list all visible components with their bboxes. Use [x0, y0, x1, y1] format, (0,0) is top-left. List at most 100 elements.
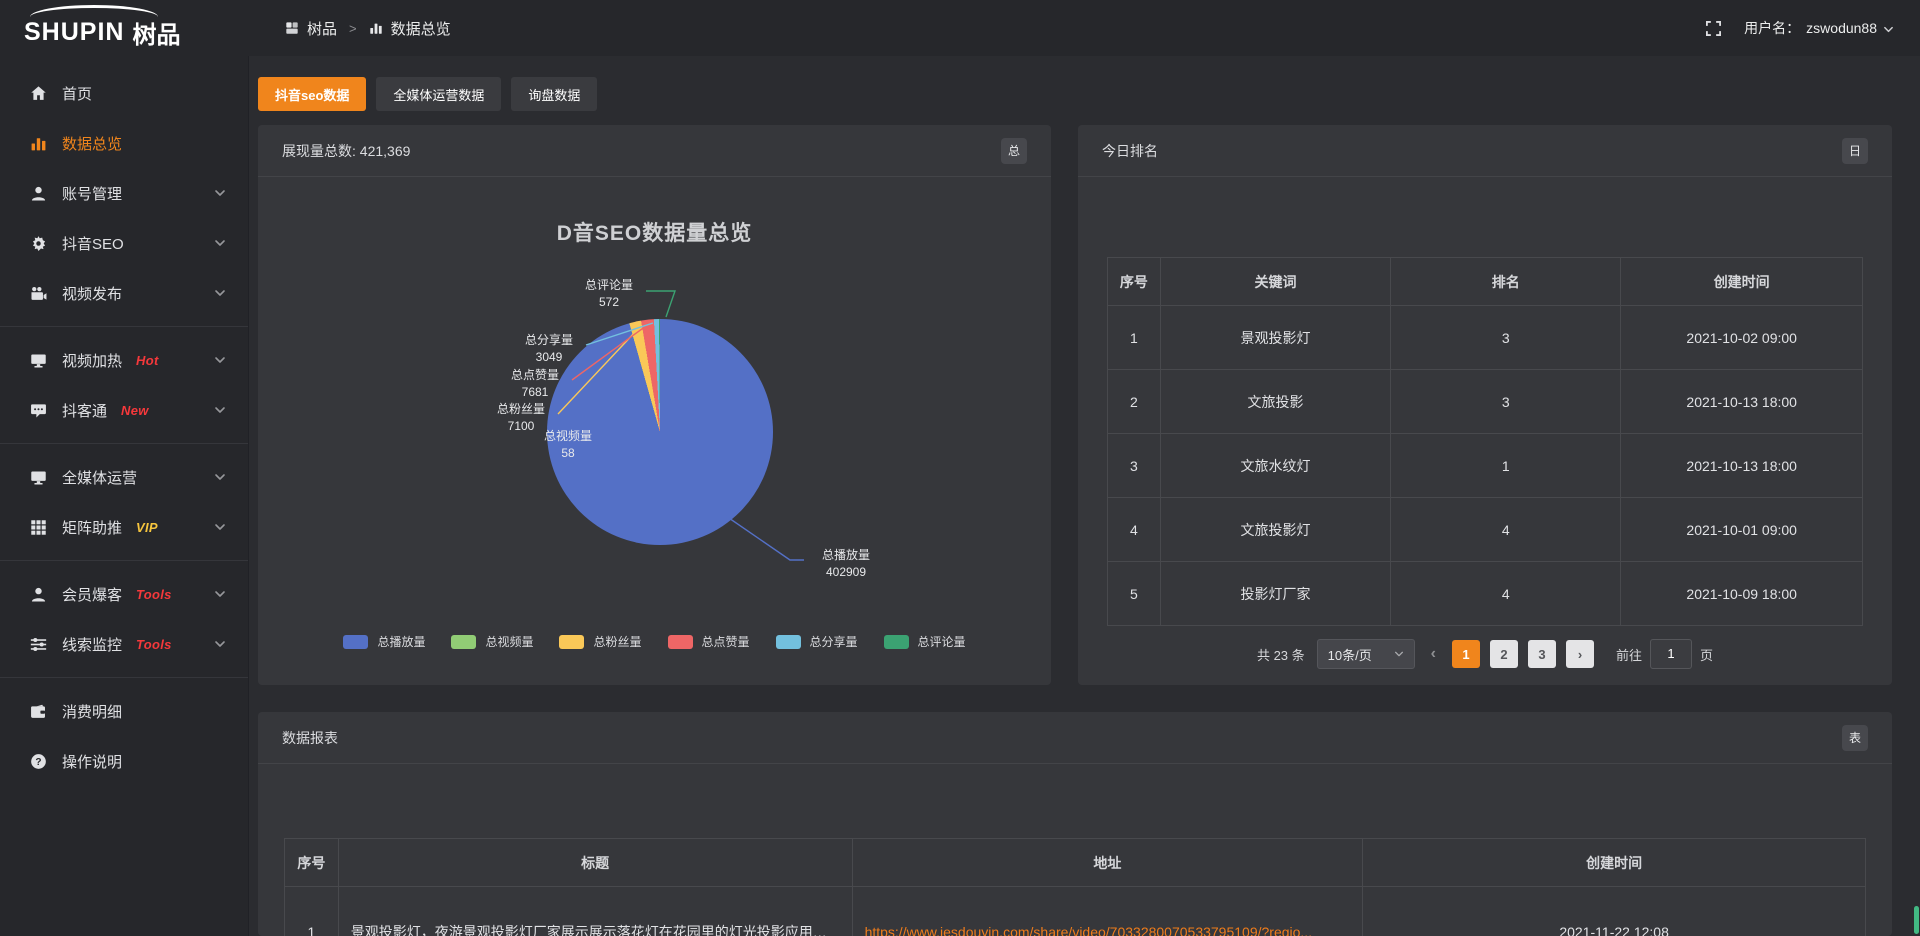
home-icon: [30, 85, 47, 102]
monitor-icon: [30, 352, 47, 369]
page-button-3[interactable]: 3: [1528, 640, 1556, 668]
table-cell: 2021-10-13 18:00: [1621, 434, 1863, 498]
sidebar-item-video-heating[interactable]: 视频加热Hot: [0, 335, 248, 385]
sidebar-item-matrix-boost[interactable]: 矩阵助推VIP: [0, 502, 248, 552]
data-tabs: 抖音seo数据全媒体运营数据询盘数据: [258, 77, 597, 111]
bar-chart-icon: [369, 21, 383, 35]
tab-0[interactable]: 抖音seo数据: [258, 77, 366, 111]
goto-page-input[interactable]: 1: [1650, 639, 1692, 669]
chevron-down-icon: [214, 638, 226, 650]
report-col-header: 序号: [285, 839, 339, 887]
topbar: SHUPIN 树品 树品 > 数据总览 用户名： zswodun88: [0, 0, 1920, 56]
chevron-down-icon: [214, 354, 226, 366]
sidebar-item-video-publish[interactable]: 视频发布: [0, 268, 248, 318]
legend-item[interactable]: 总点赞量: [668, 633, 750, 650]
table-row: 5投影灯厂家42021-10-09 18:00: [1108, 562, 1863, 626]
app-logo[interactable]: SHUPIN 树品: [0, 0, 249, 56]
page-button-2[interactable]: 2: [1490, 640, 1518, 668]
legend-label: 总点赞量: [702, 633, 750, 650]
goto-label: 前往: [1616, 645, 1642, 664]
breadcrumb: 树品 > 数据总览: [285, 18, 451, 39]
sidebar-item-douketong[interactable]: 抖客通New: [0, 385, 248, 435]
legend-label: 总分享量: [810, 633, 858, 650]
table-cell: 文旅投影: [1160, 370, 1390, 434]
sidebar-item-label: 抖音SEO: [62, 233, 124, 254]
report-panel: 数据报表 表 序号标题地址创建时间 1景观投影灯，夜游景观投影灯厂家展示展示落花…: [258, 712, 1892, 936]
logo-arc-decoration: [30, 5, 158, 17]
sidebar-item-label: 消费明细: [62, 701, 122, 722]
ranking-col-header: 序号: [1108, 258, 1161, 306]
user-icon: [30, 185, 47, 202]
report-col-header: 创建时间: [1363, 839, 1866, 887]
table-cell: 4: [1108, 498, 1161, 562]
ranking-panel: 今日排名 日 序号关键词排名创建时间 1景观投影灯32021-10-02 09:…: [1078, 125, 1892, 685]
report-video-link[interactable]: https://www.iesdouyin.com/share/video/70…: [865, 924, 1313, 936]
wallet-icon: [30, 703, 47, 720]
fullscreen-icon[interactable]: [1705, 20, 1722, 37]
legend-swatch: [343, 635, 368, 649]
table-cell: 文旅水纹灯: [1160, 434, 1390, 498]
table-cell: 投影灯厂家: [1160, 562, 1390, 626]
prev-page-button[interactable]: ‹: [1427, 645, 1440, 663]
goto-suffix: 页: [1700, 645, 1713, 664]
scrollbar-thumb[interactable]: [1914, 906, 1919, 934]
main-content: 抖音seo数据全媒体运营数据询盘数据 展现量总数: 421,369 总 D音SE…: [249, 56, 1920, 936]
sidebar-item-douyin-seo[interactable]: 抖音SEO: [0, 218, 248, 268]
page-button-1[interactable]: 1: [1452, 640, 1480, 668]
pagination: 共 23 条 10条/页 ‹ 123› 前往 1 页: [1078, 639, 1892, 669]
breadcrumb-current: 数据总览: [391, 18, 451, 39]
chevron-down-icon: [214, 404, 226, 416]
report-time-cell: 2021-11-22 12:08: [1363, 887, 1866, 936]
day-badge-button[interactable]: 日: [1842, 138, 1868, 164]
sidebar-item-consumption-detail[interactable]: 消费明细: [0, 686, 248, 736]
chat-icon: [30, 402, 47, 419]
sliders-icon: [30, 636, 47, 653]
table-badge-button[interactable]: 表: [1842, 725, 1868, 751]
tab-2[interactable]: 询盘数据: [511, 77, 597, 111]
sidebar-item-data-overview[interactable]: 数据总览: [0, 118, 248, 168]
overview-panel-header: 展现量总数: 421,369 总: [258, 125, 1051, 177]
next-page-button[interactable]: ›: [1566, 640, 1594, 668]
table-cell: 2021-10-13 18:00: [1621, 370, 1863, 434]
legend-item[interactable]: 总粉丝量: [559, 633, 641, 650]
sidebar-item-operation-guide[interactable]: ?操作说明: [0, 736, 248, 786]
pagination-total: 共 23 条: [1257, 645, 1305, 664]
sidebar-item-account-management[interactable]: 账号管理: [0, 168, 248, 218]
sidebar-item-label: 矩阵助推: [62, 517, 122, 538]
legend-label: 总播放量: [377, 633, 425, 650]
sidebar-item-label: 操作说明: [62, 751, 122, 772]
table-cell: 2: [1108, 370, 1161, 434]
sidebar-menu: 首页数据总览账号管理抖音SEO视频发布视频加热Hot抖客通New全媒体运营矩阵助…: [0, 56, 249, 936]
pie-label-comment: 总评论量572: [564, 277, 654, 311]
sidebar-divider: [0, 326, 248, 327]
table-cell: 3: [1108, 434, 1161, 498]
table-cell: 2021-10-01 09:00: [1621, 498, 1863, 562]
sidebar-item-media-operation[interactable]: 全媒体运营: [0, 452, 248, 502]
sidebar-item-home[interactable]: 首页: [0, 68, 248, 118]
legend-item[interactable]: 总播放量: [343, 633, 425, 650]
pie-label-fans: 总粉丝量7100: [476, 401, 566, 435]
pie-label-share: 总分享量3049: [504, 332, 594, 366]
legend-item[interactable]: 总视频量: [451, 633, 533, 650]
breadcrumb-root[interactable]: 树品: [307, 18, 337, 39]
user-menu[interactable]: 用户名： zswodun88: [1744, 18, 1894, 38]
sidebar-item-badge: Tools: [136, 637, 172, 652]
video-icon: [30, 285, 47, 302]
legend-item[interactable]: 总评论量: [884, 633, 966, 650]
sidebar-item-label: 账号管理: [62, 183, 122, 204]
tab-1[interactable]: 全媒体运营数据: [376, 77, 501, 111]
sidebar-divider: [0, 560, 248, 561]
report-title-cell: 景观投影灯，夜游景观投影灯厂家展示展示落花灯在花园里的灯光投影应用效果 #: [338, 887, 852, 936]
table-cell: 2021-10-09 18:00: [1621, 562, 1863, 626]
sidebar-item-member-baoke[interactable]: 会员爆客Tools: [0, 569, 248, 619]
sidebar-item-clue-monitor[interactable]: 线索监控Tools: [0, 619, 248, 669]
total-badge-button[interactable]: 总: [1001, 138, 1027, 164]
table-cell: 1: [1391, 434, 1621, 498]
table-row: 3文旅水纹灯12021-10-13 18:00: [1108, 434, 1863, 498]
logo-text: SHUPIN: [24, 18, 124, 47]
page-size-select[interactable]: 10条/页: [1317, 639, 1415, 669]
table-row: 1景观投影灯32021-10-02 09:00: [1108, 306, 1863, 370]
pie-label-play: 总播放量402909: [798, 547, 894, 581]
sidebar-item-badge: Tools: [136, 587, 172, 602]
legend-item[interactable]: 总分享量: [776, 633, 858, 650]
